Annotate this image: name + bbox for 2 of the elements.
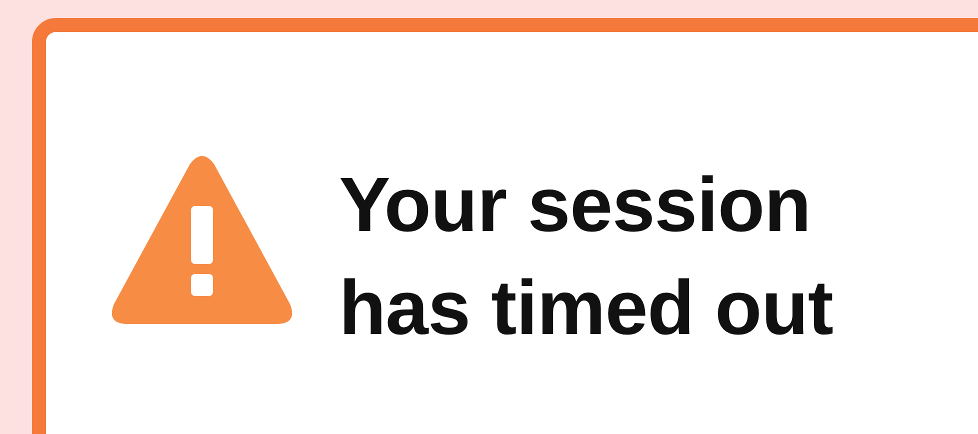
alert-message: Your session has timed out	[339, 161, 834, 353]
warning-icon	[110, 154, 294, 326]
